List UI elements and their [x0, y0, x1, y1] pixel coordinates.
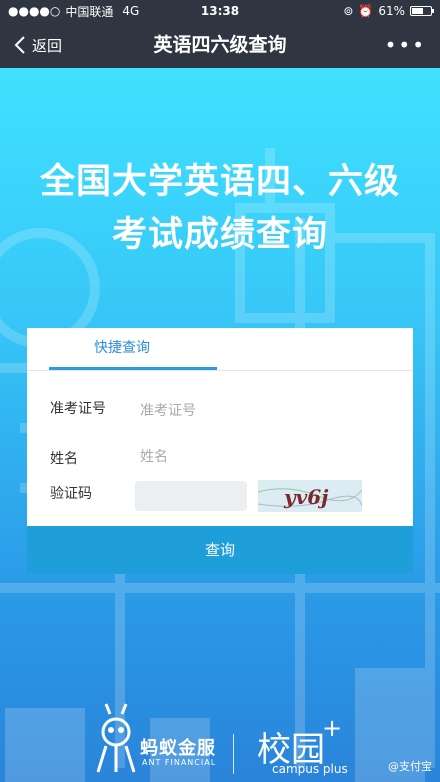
tab-bar: 快捷查询 — [27, 328, 413, 371]
captcha-input[interactable] — [135, 481, 247, 511]
battery-icon — [410, 6, 434, 16]
network-type: 4G — [122, 4, 140, 18]
active-tab-indicator — [49, 367, 217, 370]
signal-strength: ●●●●○ — [8, 4, 61, 18]
campus-plus-symbol: + — [322, 714, 343, 742]
name-input[interactable]: 姓名 — [140, 446, 168, 466]
battery-fill — [412, 8, 423, 14]
ant-financial-name: 蚂蚁金服 — [140, 738, 216, 759]
rotation-lock-icon: ⊚ — [343, 4, 354, 18]
status-bar: ●●●●○ 中国联通 4G 13:38 ⊚ ⏰ 61% — [0, 0, 440, 22]
ant-financial-subtitle: ANT FINANCIAL — [142, 758, 217, 767]
query-form-card: 快捷查询 准考证号 准考证号 姓名 姓名 验证码 yv6j — [27, 328, 413, 526]
footer-branding: 蚂蚁金服 ANT FINANCIAL 校园 + campus plus — [0, 698, 440, 782]
exam-id-input[interactable]: 准考证号 — [140, 400, 196, 420]
hero-section: 全国大学英语四、六级 考试成绩查询 快捷查询 准考证号 准考证号 姓名 姓名 验… — [0, 68, 440, 782]
carrier-name: 中国联通 — [65, 4, 114, 19]
more-menu-button[interactable]: ••• — [385, 22, 426, 68]
query-button[interactable]: 查询 — [27, 526, 413, 574]
hero-title-line2: 考试成绩查询 — [111, 215, 328, 255]
name-label: 姓名 — [50, 451, 78, 467]
exam-id-label: 准考证号 — [50, 401, 106, 417]
battery-percent: 61% — [378, 4, 405, 18]
alarm-icon: ⏰ — [358, 4, 374, 18]
tab-quick-query[interactable]: 快捷查询 — [27, 328, 217, 368]
captcha-text: yv6j — [283, 485, 329, 509]
navigation-bar: 返回 英语四六级查询 ••• — [0, 22, 440, 68]
page-title: 英语四六级查询 — [153, 34, 287, 56]
captcha-label: 验证码 — [50, 486, 92, 502]
hero-title-line1: 全国大学英语四、六级 — [39, 162, 400, 202]
footer-divider — [233, 734, 234, 774]
ant-financial-logo-icon — [96, 703, 136, 773]
alipay-watermark: @支付宝 — [388, 760, 432, 773]
captcha-image[interactable]: yv6j — [258, 480, 362, 512]
campus-plus-subtitle: campus plus — [272, 762, 348, 776]
